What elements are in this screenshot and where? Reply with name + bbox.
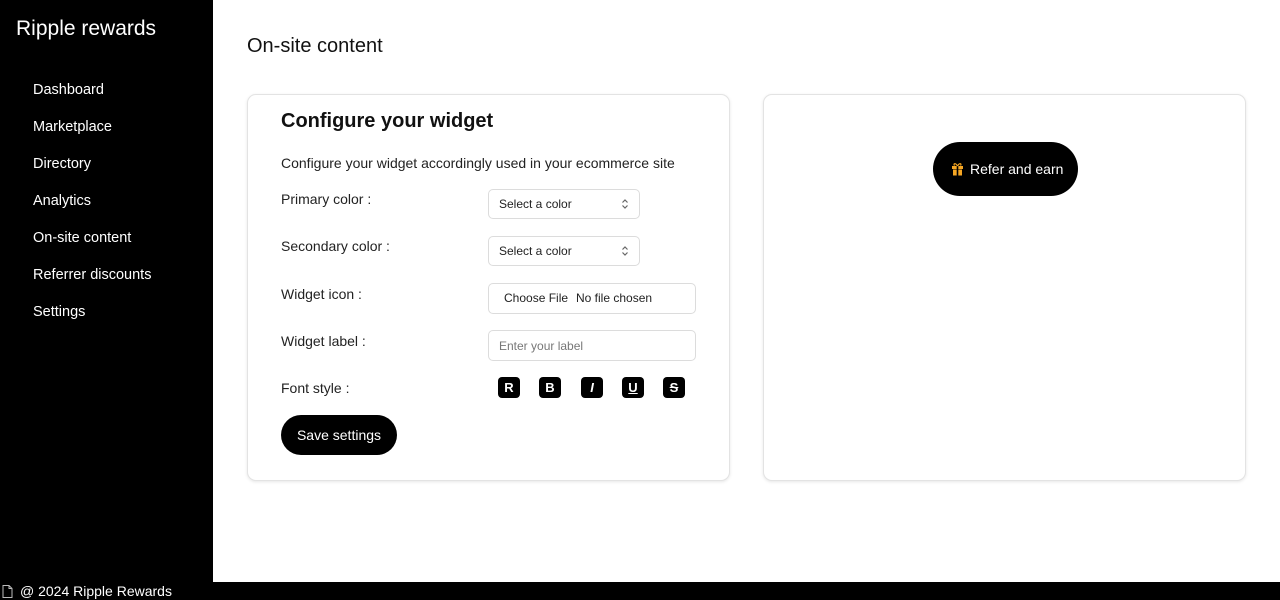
sidebar-item-dashboard[interactable]: Dashboard <box>33 80 151 117</box>
font-strikethrough-button[interactable]: S <box>663 377 685 398</box>
footer-copyright: @ 2024 Ripple Rewards <box>20 583 172 599</box>
chevron-up-down-icon <box>622 199 628 209</box>
sidebar: Ripple rewards Dashboard Marketplace Dir… <box>0 0 213 582</box>
font-underline-button[interactable]: U <box>622 377 644 398</box>
refer-and-earn-button[interactable]: Refer and earn <box>933 142 1078 196</box>
sidebar-item-on-site-content[interactable]: On-site content <box>33 228 151 265</box>
widget-label-input[interactable] <box>488 330 696 361</box>
sidebar-item-marketplace[interactable]: Marketplace <box>33 117 151 154</box>
font-italic-button[interactable]: I <box>581 377 603 398</box>
chevron-up-down-icon <box>622 246 628 256</box>
gift-icon <box>952 163 963 176</box>
widget-label-label: Widget label : <box>281 333 366 349</box>
file-status-text: No file chosen <box>576 291 653 305</box>
font-bold-button[interactable]: B <box>539 377 561 398</box>
widget-icon-label: Widget icon : <box>281 286 362 302</box>
font-regular-button[interactable]: R <box>498 377 520 398</box>
card-description: Configure your widget accordingly used i… <box>281 155 675 171</box>
sidebar-item-analytics[interactable]: Analytics <box>33 191 151 228</box>
refer-button-label: Refer and earn <box>970 161 1064 177</box>
brand-logo-text: Ripple rewards <box>16 17 157 40</box>
configure-widget-card: Configure your widget Configure your wid… <box>247 94 730 481</box>
document-icon <box>2 585 13 598</box>
primary-color-label: Primary color : <box>281 191 372 207</box>
secondary-color-label: Secondary color : <box>281 238 390 254</box>
widget-preview-card: Refer and earn <box>763 94 1246 481</box>
sidebar-nav: Dashboard Marketplace Directory Analytic… <box>33 80 151 339</box>
footer: @ 2024 Ripple Rewards <box>0 582 1280 600</box>
primary-color-value: Select a color <box>499 197 572 211</box>
sidebar-item-settings[interactable]: Settings <box>33 302 151 339</box>
save-settings-button[interactable]: Save settings <box>281 415 397 455</box>
secondary-color-select[interactable]: Select a color <box>488 236 640 266</box>
choose-file-button[interactable]: Choose File <box>504 284 568 313</box>
sidebar-item-directory[interactable]: Directory <box>33 154 151 191</box>
page-title: On-site content <box>247 35 383 57</box>
primary-color-select[interactable]: Select a color <box>488 189 640 219</box>
font-style-label: Font style : <box>281 380 350 396</box>
card-title: Configure your widget <box>281 110 494 132</box>
sidebar-item-referrer-discounts[interactable]: Referrer discounts <box>33 265 151 302</box>
widget-icon-file-input[interactable]: Choose File No file chosen <box>488 283 696 314</box>
secondary-color-value: Select a color <box>499 244 572 258</box>
